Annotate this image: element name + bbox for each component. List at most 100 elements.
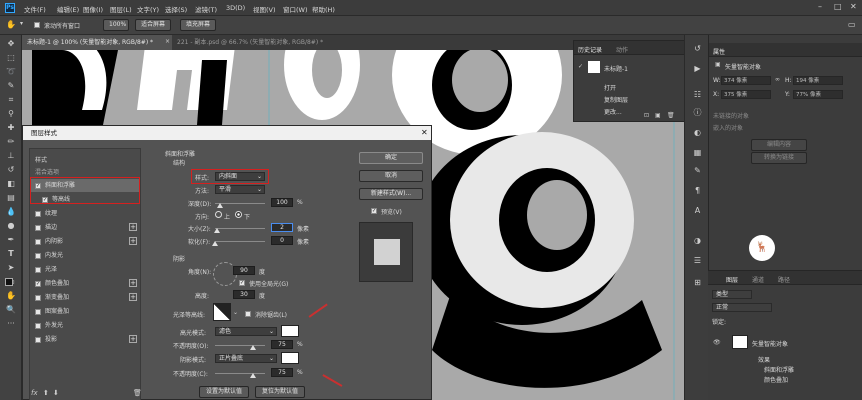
menu-file[interactable]: 文件(F) <box>24 4 46 14</box>
color-panel-icon[interactable]: ◐ <box>692 127 703 138</box>
highlight-opacity-knob[interactable] <box>249 345 256 350</box>
eraser-tool-icon[interactable]: ◧ <box>5 178 17 190</box>
quick-select-tool-icon[interactable]: ✎ <box>5 80 17 92</box>
soften-slider-knob[interactable] <box>212 241 218 246</box>
marquee-tool-icon[interactable]: ⬚ <box>5 52 17 64</box>
style-item-checkbox[interactable] <box>35 210 41 217</box>
camera-icon[interactable]: ▣ <box>655 112 661 119</box>
cancel-button[interactable]: 取消 <box>359 170 423 182</box>
tab-channels[interactable]: 通道 <box>752 275 764 284</box>
size-slider-knob[interactable] <box>214 228 220 233</box>
move-up-icon[interactable]: ⬆ <box>43 389 49 397</box>
style-item-checkbox[interactable] <box>35 322 41 329</box>
size-input[interactable]: 2 <box>271 223 293 232</box>
soften-input[interactable]: 0 <box>271 236 293 245</box>
menu-select[interactable]: 选择(S) <box>165 4 187 14</box>
fit-screen-button[interactable]: 适合屏幕 <box>135 19 172 31</box>
style-item-checkbox[interactable] <box>35 294 41 301</box>
add-style-plus-icon[interactable]: + <box>129 293 137 301</box>
eyedropper-tool-icon[interactable]: ⚲ <box>5 108 17 120</box>
history-item[interactable]: 更改... <box>604 107 622 116</box>
edit-contents-button[interactable]: 编辑内容 <box>751 139 807 151</box>
highlight-opacity-input[interactable]: 75 <box>271 340 293 349</box>
y-field[interactable]: 77% 像素 <box>793 90 843 99</box>
minimize-icon[interactable]: – <box>818 2 822 11</box>
chevron-down-icon[interactable]: ⌄ <box>233 309 238 316</box>
history-brush-icon[interactable]: ↺ <box>5 164 17 176</box>
layer-fx-color-overlay[interactable]: 颜色叠加 <box>764 375 788 384</box>
gradient-tool-icon[interactable]: ▤ <box>5 192 17 204</box>
healing-tool-icon[interactable]: ✚ <box>5 122 17 134</box>
move-down-icon[interactable]: ⬇ <box>53 389 59 397</box>
tool-preset-dropdown[interactable]: ▾ <box>20 20 23 27</box>
menu-help[interactable]: 帮助(H) <box>312 4 335 14</box>
libraries-panel-icon[interactable]: ☰ <box>692 255 703 266</box>
blend-mode-select[interactable]: 正常 <box>712 303 772 312</box>
tab-actions[interactable]: 动作 <box>616 45 628 54</box>
style-item-checkbox[interactable] <box>35 308 41 315</box>
tab-close-icon[interactable]: × <box>165 38 170 45</box>
preview-checkbox[interactable]: ✓ <box>371 208 377 214</box>
adjustments-panel-icon[interactable]: ◑ <box>692 235 703 246</box>
type-tool-icon[interactable]: T <box>5 248 17 260</box>
highlight-mode-select[interactable]: 滤色 ⌄ <box>215 327 277 336</box>
style-item[interactable]: 渐变叠加 + <box>30 291 140 304</box>
dialog-close-icon[interactable]: ✕ <box>421 128 428 137</box>
style-item[interactable]: 投影 + <box>30 333 140 346</box>
x-field[interactable]: 375 像素 <box>721 90 771 99</box>
menu-image[interactable]: 图像(I) <box>83 4 103 14</box>
info-panel-icon[interactable]: ⓘ <box>692 107 703 118</box>
shadow-mode-select[interactable]: 正片叠底 ⌄ <box>215 354 277 363</box>
layer-filter-select[interactable]: 类型 <box>712 290 752 299</box>
fx-icon[interactable]: fx <box>31 389 38 397</box>
style-item[interactable]: 描边 + <box>30 221 140 234</box>
path-select-tool-icon[interactable]: ➤ <box>5 262 17 274</box>
menu-view[interactable]: 视图(V) <box>253 4 276 14</box>
tab-layers[interactable]: 图层 <box>726 275 738 284</box>
style-item-checkbox[interactable]: ✓ <box>35 280 41 287</box>
styles-header[interactable]: 样式 <box>35 155 47 164</box>
dodge-tool-icon[interactable]: ● <box>5 220 17 232</box>
menu-3d[interactable]: 3D(D) <box>226 4 245 12</box>
swatches-panel-icon[interactable]: ▦ <box>692 147 703 158</box>
foreground-color-swatch[interactable] <box>5 278 13 286</box>
history-panel-icon[interactable]: ↺ <box>692 43 703 54</box>
direction-down-radio[interactable] <box>235 211 242 218</box>
highlight-opacity-slider[interactable] <box>215 345 265 346</box>
workspace-icon[interactable]: ▭ <box>848 20 856 29</box>
add-style-plus-icon[interactable]: + <box>129 335 137 343</box>
convert-to-linked-button[interactable]: 转换为链接 <box>751 152 807 164</box>
history-item[interactable]: 打开 <box>604 83 616 92</box>
soften-slider[interactable] <box>215 241 265 242</box>
depth-input[interactable]: 100 <box>271 198 293 207</box>
more-tools-icon[interactable]: ··· <box>5 318 17 330</box>
tab-history[interactable]: 历史记录 <box>578 45 602 54</box>
set-default-button[interactable]: 设置为默认值 <box>199 386 249 398</box>
shadow-opacity-input[interactable]: 75 <box>271 368 293 377</box>
add-style-plus-icon[interactable]: + <box>129 223 137 231</box>
style-item[interactable]: ✓ 颜色叠加 + <box>30 277 140 290</box>
size-slider[interactable] <box>215 228 265 229</box>
add-style-plus-icon[interactable]: + <box>129 279 137 287</box>
shadow-opacity-knob[interactable] <box>249 373 256 378</box>
highlight-color-swatch[interactable] <box>281 325 299 337</box>
style-item[interactable]: 光泽 <box>30 263 140 276</box>
style-item[interactable]: 内阴影 + <box>30 235 140 248</box>
add-style-plus-icon[interactable]: + <box>129 237 137 245</box>
menu-type[interactable]: 文字(Y) <box>137 4 159 14</box>
brush-panel-icon[interactable]: ✎ <box>692 165 703 176</box>
blur-tool-icon[interactable]: 💧 <box>5 206 17 218</box>
lasso-tool-icon[interactable]: ➰ <box>5 66 17 78</box>
visibility-eye-icon[interactable]: 👁 <box>713 339 721 346</box>
character-panel-icon[interactable]: A <box>692 205 703 216</box>
shadow-opacity-slider[interactable] <box>215 373 265 374</box>
menu-window[interactable]: 窗口(W) <box>283 4 308 14</box>
hand-tool-icon[interactable]: ✋ <box>5 290 17 302</box>
menu-filter[interactable]: 滤镜(T) <box>195 4 217 14</box>
gloss-contour-preview[interactable] <box>213 303 231 321</box>
style-item-checkbox[interactable] <box>35 336 41 343</box>
snapshot-new-icon[interactable]: ⊡ <box>644 112 649 119</box>
tab-paths[interactable]: 路径 <box>778 275 790 284</box>
global-light-checkbox[interactable]: ✓ <box>239 280 245 286</box>
angle-input[interactable]: 90 <box>233 266 255 275</box>
